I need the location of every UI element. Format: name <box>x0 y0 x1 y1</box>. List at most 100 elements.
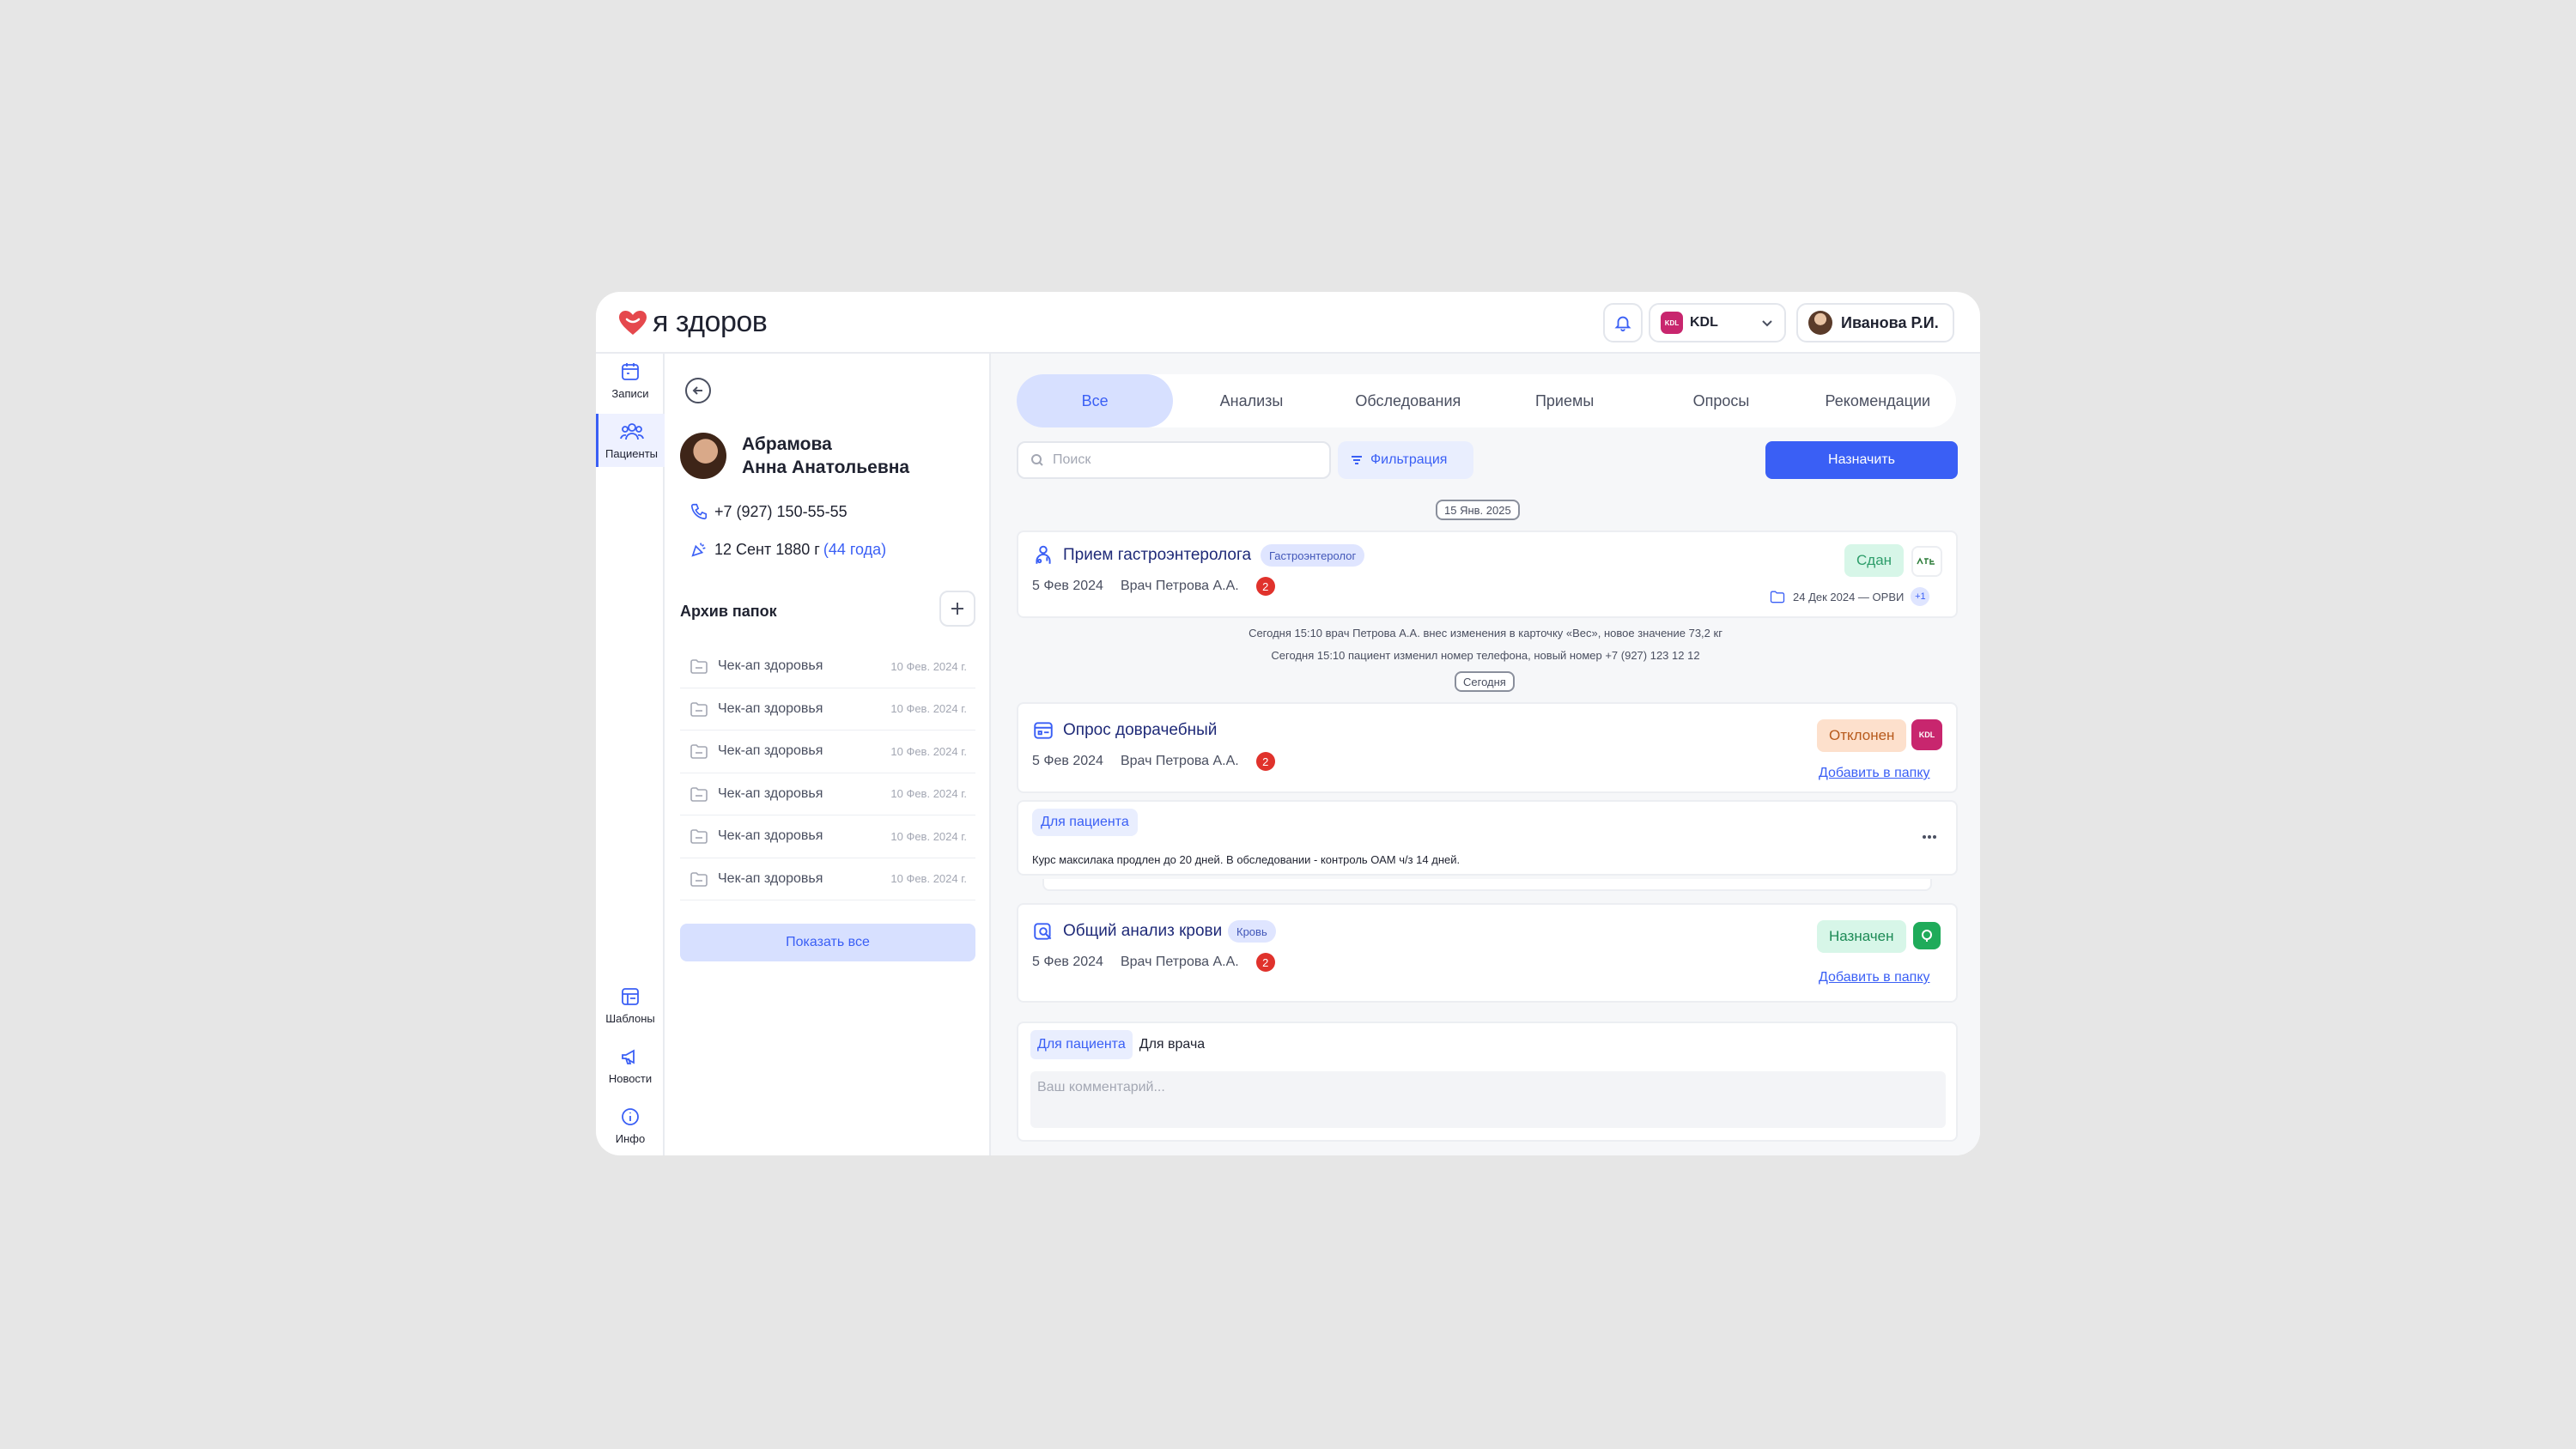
tab-appointments[interactable]: Приемы <box>1486 374 1643 427</box>
megaphone-icon <box>622 1048 635 1064</box>
card-survey[interactable]: Опрос доврачебный 5 Фев 2024 Врач Петров… <box>1017 702 1958 793</box>
folder-item[interactable]: Чек-ап здоровья 10 Фев. 2024 г. <box>680 731 975 773</box>
card-doctor: Врач Петрова А.А. <box>1120 754 1239 768</box>
folder-item[interactable]: Чек-ап здоровья 10 Фев. 2024 г. <box>680 646 975 688</box>
audience-tag: Для пациента <box>1032 809 1138 836</box>
more-icon <box>1923 835 1936 839</box>
add-to-folder-link[interactable]: Добавить в папку <box>1819 970 1930 985</box>
birthday-icon <box>691 543 706 557</box>
main-content: Все Анализы Обследования Приемы Опросы Р… <box>991 354 1980 1155</box>
nav-label-patients: Пациенты <box>605 446 658 460</box>
templates-icon <box>622 987 639 1005</box>
folder-list: Чек-ап здоровья 10 Фев. 2024 г. Чек-ап з… <box>680 646 975 900</box>
tab-all[interactable]: Все <box>1017 374 1174 427</box>
history-note: Сегодня 15:10 врач Петрова А.А. внес изм… <box>1249 627 1722 640</box>
folder-item[interactable]: Чек-ап здоровья 10 Фев. 2024 г. <box>680 773 975 815</box>
folder-name: Чек-ап здоровья <box>718 743 823 759</box>
nav-item-patients[interactable]: Пациенты <box>596 414 665 467</box>
kdl-logo-icon: KDL <box>1661 312 1683 334</box>
nav-label-templates: Шаблоны <box>605 1011 655 1025</box>
card-doctor: Врач Петрова А.А. <box>1120 579 1239 593</box>
filter-button[interactable]: Фильтрация <box>1338 441 1473 479</box>
search-input[interactable]: Поиск <box>1017 441 1331 479</box>
folder-icon <box>1770 591 1785 603</box>
card-gastro-appointment[interactable]: Прием гастроэнтеролога Гастроэнтеролог 5… <box>1017 530 1958 618</box>
folder-name: Чек-ап здоровья <box>718 700 823 716</box>
folder-icon <box>690 829 708 845</box>
lab-select[interactable]: KDL KDL <box>1649 303 1786 343</box>
folder-name: Чек-ап здоровья <box>718 828 823 844</box>
tab-recommendations[interactable]: Рекомендации <box>1800 374 1956 427</box>
folder-icon <box>690 786 708 802</box>
show-all-button[interactable]: Показать все <box>680 924 975 961</box>
date-separator-today: Сегодня <box>1455 671 1515 692</box>
comment-count-badge: 2 <box>1255 953 1275 972</box>
back-button[interactable] <box>685 378 711 403</box>
tab-for-patient[interactable]: Для пациента <box>1030 1030 1133 1059</box>
patient-birth-date: 12 Сент 1880 г <box>714 540 820 558</box>
archive-title: Архив папок <box>680 603 777 620</box>
card-title: Прием гастроэнтеролога <box>1063 546 1252 564</box>
folder-item[interactable]: Чек-ап здоровья 10 Фев. 2024 г. <box>680 688 975 731</box>
nav-label-news: Новости <box>608 1071 653 1085</box>
tab-surveys[interactable]: Опросы <box>1643 374 1799 427</box>
logo[interactable]: я здоров <box>618 306 768 339</box>
patient-birthday: 12 Сент 1880 г (44 года) <box>689 539 886 560</box>
nav-item-info[interactable]: Инфо <box>596 1099 665 1152</box>
comment-input[interactable]: Ваш комментарий... <box>1030 1071 1946 1128</box>
calendar-icon <box>622 362 639 380</box>
notifications-button[interactable] <box>1603 303 1643 343</box>
folder-date: 10 Фев. 2024 г. <box>890 787 967 801</box>
history-note: Сегодня 15:10 пациент изменил номер теле… <box>1271 649 1700 662</box>
folder-item[interactable]: Чек-ап здоровья 10 Фев. 2024 г. <box>680 858 975 900</box>
related-visit[interactable]: 24 Дек 2024 — ОРВИ +1 <box>1769 587 1930 606</box>
more-button[interactable] <box>1917 824 1942 850</box>
heart-logo-icon <box>619 310 647 335</box>
card-blood-test[interactable]: Общий анализ крови Кровь 5 Фев 2024 Врач… <box>1017 903 1958 1003</box>
nav-item-records[interactable]: Записи <box>596 354 665 407</box>
analysis-icon <box>1034 923 1052 940</box>
tab-analyses[interactable]: Анализы <box>1173 374 1329 427</box>
back-arrow-icon <box>692 386 702 395</box>
related-more-badge[interactable]: +1 <box>1911 587 1930 606</box>
folder-date: 10 Фев. 2024 г. <box>890 872 967 886</box>
folder-date: 10 Фев. 2024 г. <box>890 659 967 673</box>
doctor-icon <box>1036 545 1051 564</box>
nav-item-news[interactable]: Новости <box>596 1039 665 1092</box>
folder-item[interactable]: Чек-ап здоровья 10 Фев. 2024 г. <box>680 815 975 858</box>
survey-icon <box>1034 722 1053 739</box>
stacked-card-shadow <box>1042 879 1932 891</box>
folder-name: Чек-ап здоровья <box>718 870 823 886</box>
add-to-folder-link[interactable]: Добавить в папку <box>1819 766 1930 781</box>
patient-phone[interactable]: +7 (927) 150-55-55 <box>689 501 848 522</box>
comment-composer: Для пациента Для врача Ваш комментарий..… <box>1017 1022 1958 1142</box>
add-folder-button[interactable] <box>939 591 975 627</box>
status-badge: Отклонен <box>1817 719 1907 752</box>
comment-tabs: Для пациента Для врача <box>1030 1030 1212 1059</box>
related-visit-text: 24 Дек 2024 — ОРВИ <box>1793 590 1905 603</box>
user-menu[interactable]: Иванова Р.И. <box>1796 303 1954 343</box>
tab-for-doctor[interactable]: Для врача <box>1133 1030 1212 1059</box>
user-avatar <box>1808 311 1832 335</box>
card-doctor: Врач Петрова А.А. <box>1120 955 1239 969</box>
folder-name: Чек-ап здоровья <box>718 658 823 674</box>
patients-icon <box>619 422 644 440</box>
tab-examinations[interactable]: Обследования <box>1330 374 1486 427</box>
assign-button[interactable]: Назначить <box>1765 441 1958 479</box>
comment-count-badge: 2 <box>1255 752 1275 771</box>
card-meta: 5 Фев 2024 Врач Петрова А.А. 2 <box>1032 752 1275 771</box>
patient-first-name: Анна Анатольевна <box>742 458 910 477</box>
user-name: Иванова Р.И. <box>1841 313 1939 331</box>
card-title: Общий анализ крови <box>1063 922 1223 940</box>
nav-item-templates[interactable]: Шаблоны <box>596 979 665 1032</box>
patient-panel: Абрамова Анна Анатольевна +7 (927) 150-5… <box>665 354 991 1155</box>
card-title: Опрос доврачебный <box>1063 721 1218 739</box>
nav-label-info: Инфо <box>615 1131 646 1145</box>
kdl-logo-icon: KDL <box>1911 719 1942 750</box>
patient-avatar <box>680 433 726 479</box>
folder-date: 10 Фев. 2024 г. <box>890 702 967 716</box>
comment-count-badge: 2 <box>1255 577 1275 596</box>
folder-icon <box>690 744 708 760</box>
lab-logo-icon <box>1913 922 1941 949</box>
card-meta: 5 Фев 2024 Врач Петрова А.А. 2 <box>1032 953 1275 972</box>
